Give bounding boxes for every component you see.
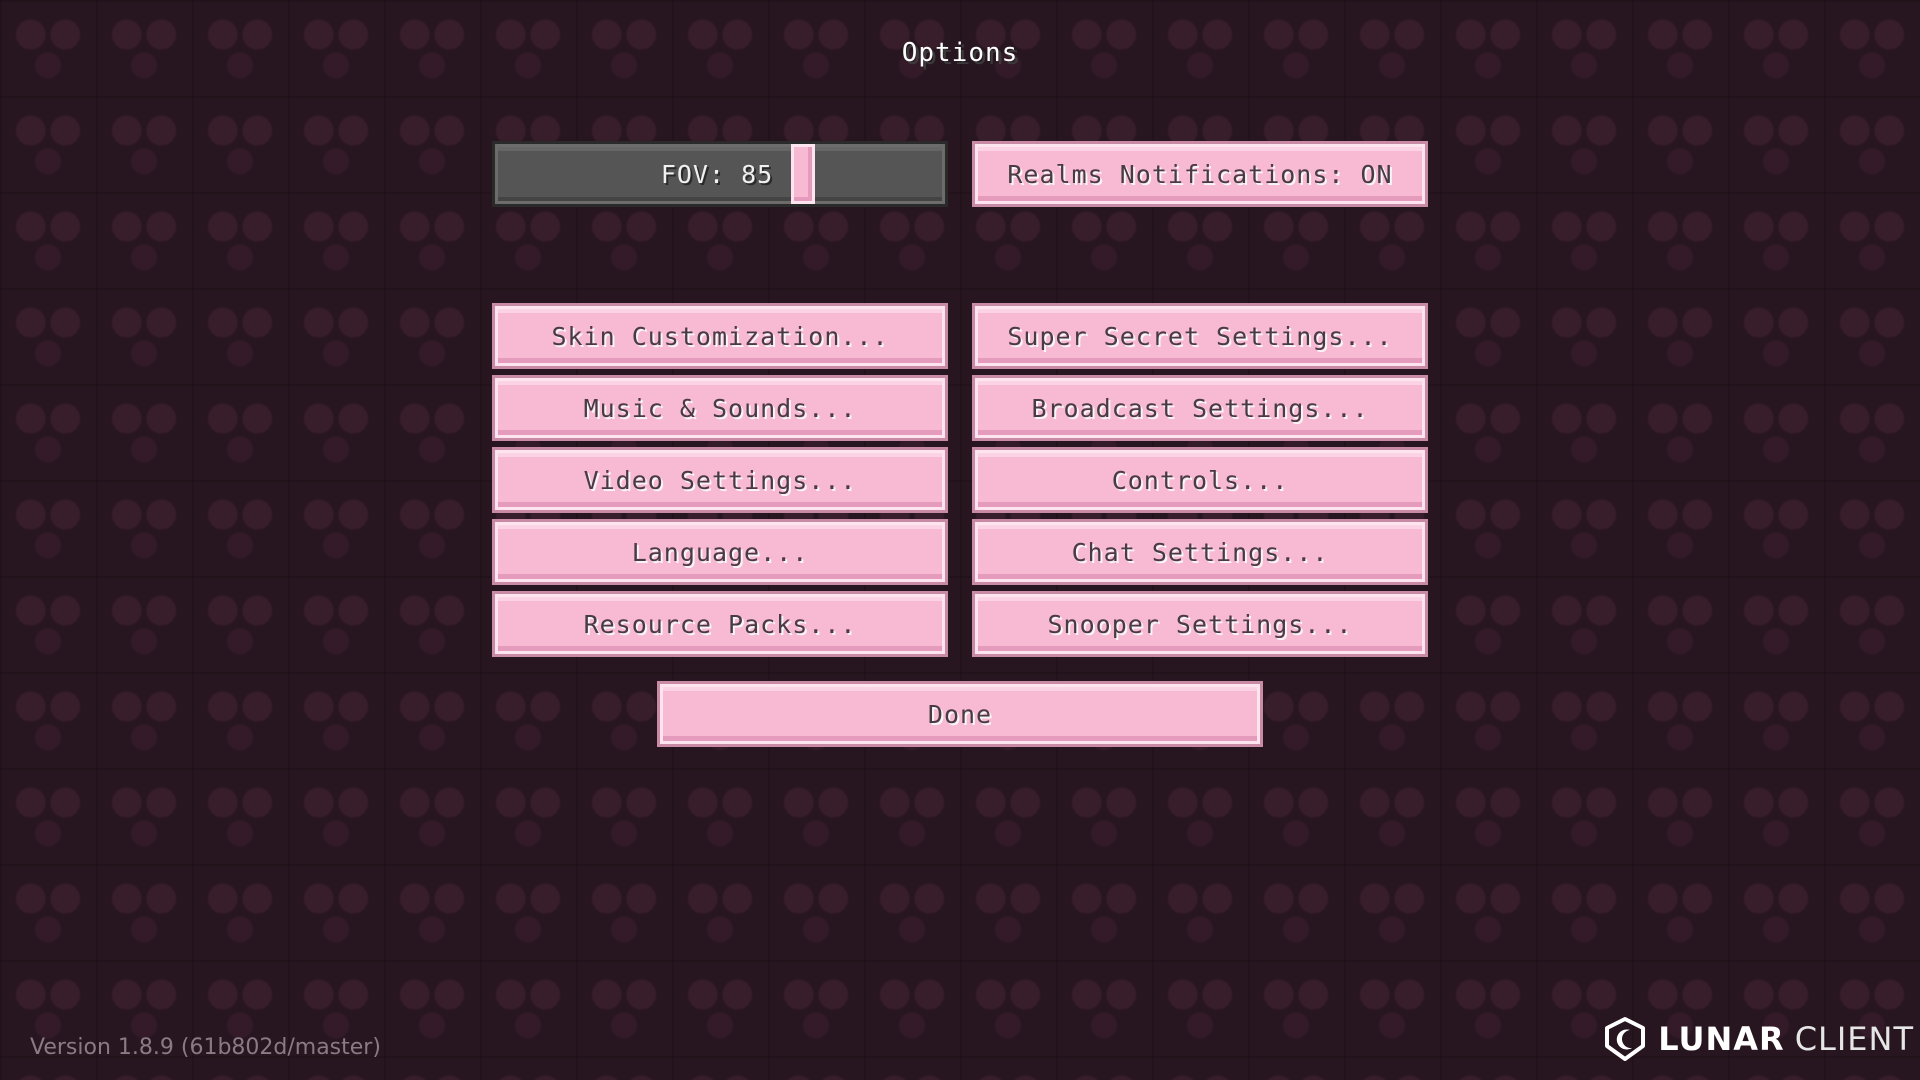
video-settings-button[interactable]: Video Settings...: [492, 447, 948, 513]
chat-settings-button[interactable]: Chat Settings...: [972, 519, 1428, 585]
controls-button[interactable]: Controls...: [972, 447, 1428, 513]
fov-slider[interactable]: FOV: 85: [492, 141, 948, 207]
version-label: Version 1.8.9 (61b802d/master): [30, 1035, 381, 1060]
lunar-shield-icon: [1605, 1017, 1646, 1061]
resource-packs-button[interactable]: Resource Packs...: [492, 591, 948, 657]
language-button[interactable]: Language...: [492, 519, 948, 585]
super-secret-settings-button[interactable]: Super Secret Settings...: [972, 303, 1428, 369]
brand-name-strong: LUNAR: [1658, 1020, 1785, 1058]
snooper-settings-button[interactable]: Snooper Settings...: [972, 591, 1428, 657]
brand-name-light: CLIENT: [1794, 1020, 1914, 1058]
music-sounds-button[interactable]: Music & Sounds...: [492, 375, 948, 441]
page-title: Options: [901, 38, 1019, 68]
fov-slider-label: FOV: 85: [660, 159, 774, 189]
realms-notifications-button[interactable]: Realms Notifications: ON: [972, 141, 1428, 207]
broadcast-settings-button[interactable]: Broadcast Settings...: [972, 375, 1428, 441]
done-button[interactable]: Done: [657, 681, 1263, 747]
background-overlay: [0, 0, 1920, 1080]
lunar-client-logo: LUNAR CLIENT: [1602, 1016, 1914, 1062]
skin-customization-button[interactable]: Skin Customization...: [492, 303, 948, 369]
